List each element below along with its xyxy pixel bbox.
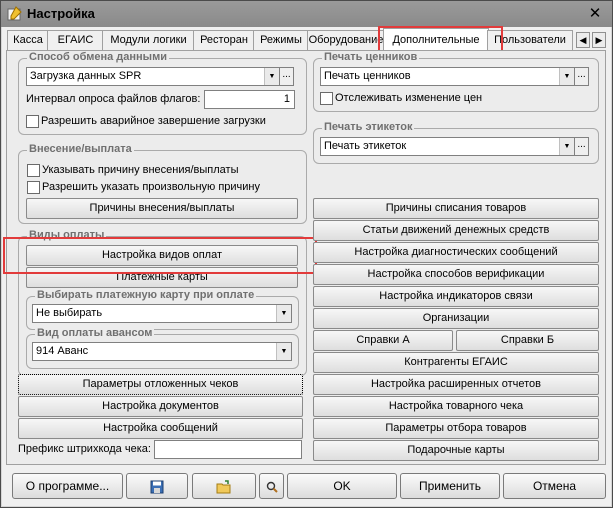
ok-button[interactable]: OK bbox=[287, 473, 397, 499]
tab-users[interactable]: Пользователи bbox=[487, 30, 573, 50]
payment-types-legend: Виды оплаты bbox=[27, 229, 107, 241]
price-tags-select[interactable]: Печать ценников ▼ bbox=[320, 67, 575, 86]
goods-filter-params-button[interactable]: Параметры отбора товаров bbox=[313, 418, 599, 439]
arbitrary-checkbox[interactable] bbox=[27, 181, 40, 194]
arbitrary-label: Разрешить указать произвольную причину bbox=[42, 181, 261, 193]
payment-cards-button[interactable]: Платежные карты bbox=[26, 267, 298, 288]
goods-check-settings-button[interactable]: Настройка товарного чека bbox=[313, 396, 599, 417]
exchange-legend: Способ обмена данными bbox=[27, 51, 169, 63]
gift-cards-button[interactable]: Подарочные карты bbox=[313, 440, 599, 461]
labels-print-legend: Печать этикеток bbox=[322, 121, 415, 133]
organizations-button[interactable]: Организации bbox=[313, 308, 599, 329]
select-card-select[interactable]: Не выбирать ▼ bbox=[32, 304, 292, 323]
reason-label: Указывать причину внесения/выплаты bbox=[42, 164, 239, 176]
exchange-ellipsis-button[interactable]: ... bbox=[279, 67, 294, 86]
floppy-disk-icon bbox=[150, 480, 164, 494]
chevron-down-icon[interactable]: ▼ bbox=[264, 68, 279, 85]
search-icon bbox=[266, 481, 278, 493]
deposit-reasons-button[interactable]: Причины внесения/выплаты bbox=[26, 198, 298, 219]
advance-legend: Вид оплаты авансом bbox=[35, 327, 155, 339]
tab-egais[interactable]: ЕГАИС bbox=[47, 30, 104, 50]
about-button[interactable]: О программе... bbox=[12, 473, 123, 499]
track-prices-label: Отслеживать изменение цен bbox=[335, 92, 483, 104]
tab-restaurant[interactable]: Ресторан bbox=[193, 30, 255, 50]
select-card-value: Не выбирать bbox=[36, 307, 103, 319]
chevron-down-icon[interactable]: ▼ bbox=[276, 305, 291, 322]
track-prices-checkbox[interactable] bbox=[320, 92, 333, 105]
search-button[interactable] bbox=[259, 473, 284, 499]
deferred-checks-button[interactable]: Параметры отложенных чеков bbox=[18, 374, 303, 395]
advance-select[interactable]: 914 Аванс ▼ bbox=[32, 342, 292, 361]
title-bar: Настройка ✕ bbox=[1, 1, 612, 27]
folder-open-icon bbox=[216, 480, 231, 494]
interval-field[interactable]: 1 bbox=[204, 90, 295, 109]
price-tags-value: Печать ценников bbox=[324, 70, 411, 82]
payment-types-setup-button[interactable]: Настройка видов оплат bbox=[26, 245, 298, 266]
select-card-legend: Выбирать платежную карту при оплате bbox=[35, 289, 257, 301]
cash-flow-items-button[interactable]: Статьи движений денежных средств bbox=[313, 220, 599, 241]
labels-print-ellipsis-button[interactable]: ... bbox=[574, 137, 589, 156]
emergency-label: Разрешить аварийное завершение загрузки bbox=[41, 115, 266, 127]
tab-scroll-left-icon[interactable]: ◀ bbox=[576, 32, 590, 48]
chevron-down-icon[interactable]: ▼ bbox=[559, 138, 574, 155]
messages-settings-button[interactable]: Настройка сообщений bbox=[18, 418, 303, 439]
settings-window: Настройка ✕ Касса ЕГАИС Модули логики Ре… bbox=[0, 0, 613, 508]
price-tags-legend: Печать ценников bbox=[322, 51, 420, 63]
tab-scroll-right-icon[interactable]: ▶ bbox=[592, 32, 606, 48]
cancel-button[interactable]: Отмена bbox=[503, 473, 606, 499]
advance-value: 914 Аванс bbox=[36, 345, 89, 357]
exchange-mode-value: Загрузка данных SPR bbox=[30, 70, 142, 82]
extended-reports-button[interactable]: Настройка расширенных отчетов bbox=[313, 374, 599, 395]
verification-settings-button[interactable]: Настройка способов верификации bbox=[313, 264, 599, 285]
interval-value: 1 bbox=[283, 93, 290, 105]
settings-app-icon bbox=[7, 6, 22, 21]
labels-print-select[interactable]: Печать этикеток ▼ bbox=[320, 137, 575, 156]
price-tags-ellipsis-button[interactable]: ... bbox=[574, 67, 589, 86]
deposit-legend: Внесение/выплата bbox=[27, 143, 134, 155]
connection-indicators-button[interactable]: Настройка индикаторов связи bbox=[313, 286, 599, 307]
tab-additional[interactable]: Дополнительные bbox=[383, 28, 489, 51]
barcode-prefix-label: Префикс штрихкода чека: bbox=[18, 443, 151, 455]
tab-modes[interactable]: Режимы bbox=[253, 30, 309, 50]
write-off-reasons-button[interactable]: Причины списания товаров bbox=[313, 198, 599, 219]
documents-settings-button[interactable]: Настройка документов bbox=[18, 396, 303, 417]
reason-checkbox[interactable] bbox=[27, 164, 40, 177]
apply-button[interactable]: Применить bbox=[400, 473, 500, 499]
emergency-checkbox[interactable] bbox=[26, 115, 39, 128]
close-icon[interactable]: ✕ bbox=[584, 4, 606, 23]
load-button[interactable] bbox=[192, 473, 256, 499]
tab-equipment[interactable]: Оборудование bbox=[307, 30, 385, 50]
window-title: Настройка bbox=[27, 6, 95, 21]
chevron-down-icon[interactable]: ▼ bbox=[276, 343, 291, 360]
diagnostics-settings-button[interactable]: Настройка диагностических сообщений bbox=[313, 242, 599, 263]
labels-print-value: Печать этикеток bbox=[324, 140, 407, 152]
interval-label: Интервал опроса файлов флагов: bbox=[26, 93, 201, 105]
reference-b-button[interactable]: Справки Б bbox=[456, 330, 599, 351]
reference-a-button[interactable]: Справки А bbox=[313, 330, 453, 351]
egais-partners-button[interactable]: Контрагенты ЕГАИС bbox=[313, 352, 599, 373]
barcode-prefix-field[interactable] bbox=[154, 440, 302, 459]
chevron-down-icon[interactable]: ▼ bbox=[559, 68, 574, 85]
save-button[interactable] bbox=[126, 473, 188, 499]
tab-kassa[interactable]: Касса bbox=[7, 30, 49, 50]
tab-logic-modules[interactable]: Модули логики bbox=[102, 30, 195, 50]
exchange-mode-select[interactable]: Загрузка данных SPR ▼ bbox=[26, 67, 280, 86]
